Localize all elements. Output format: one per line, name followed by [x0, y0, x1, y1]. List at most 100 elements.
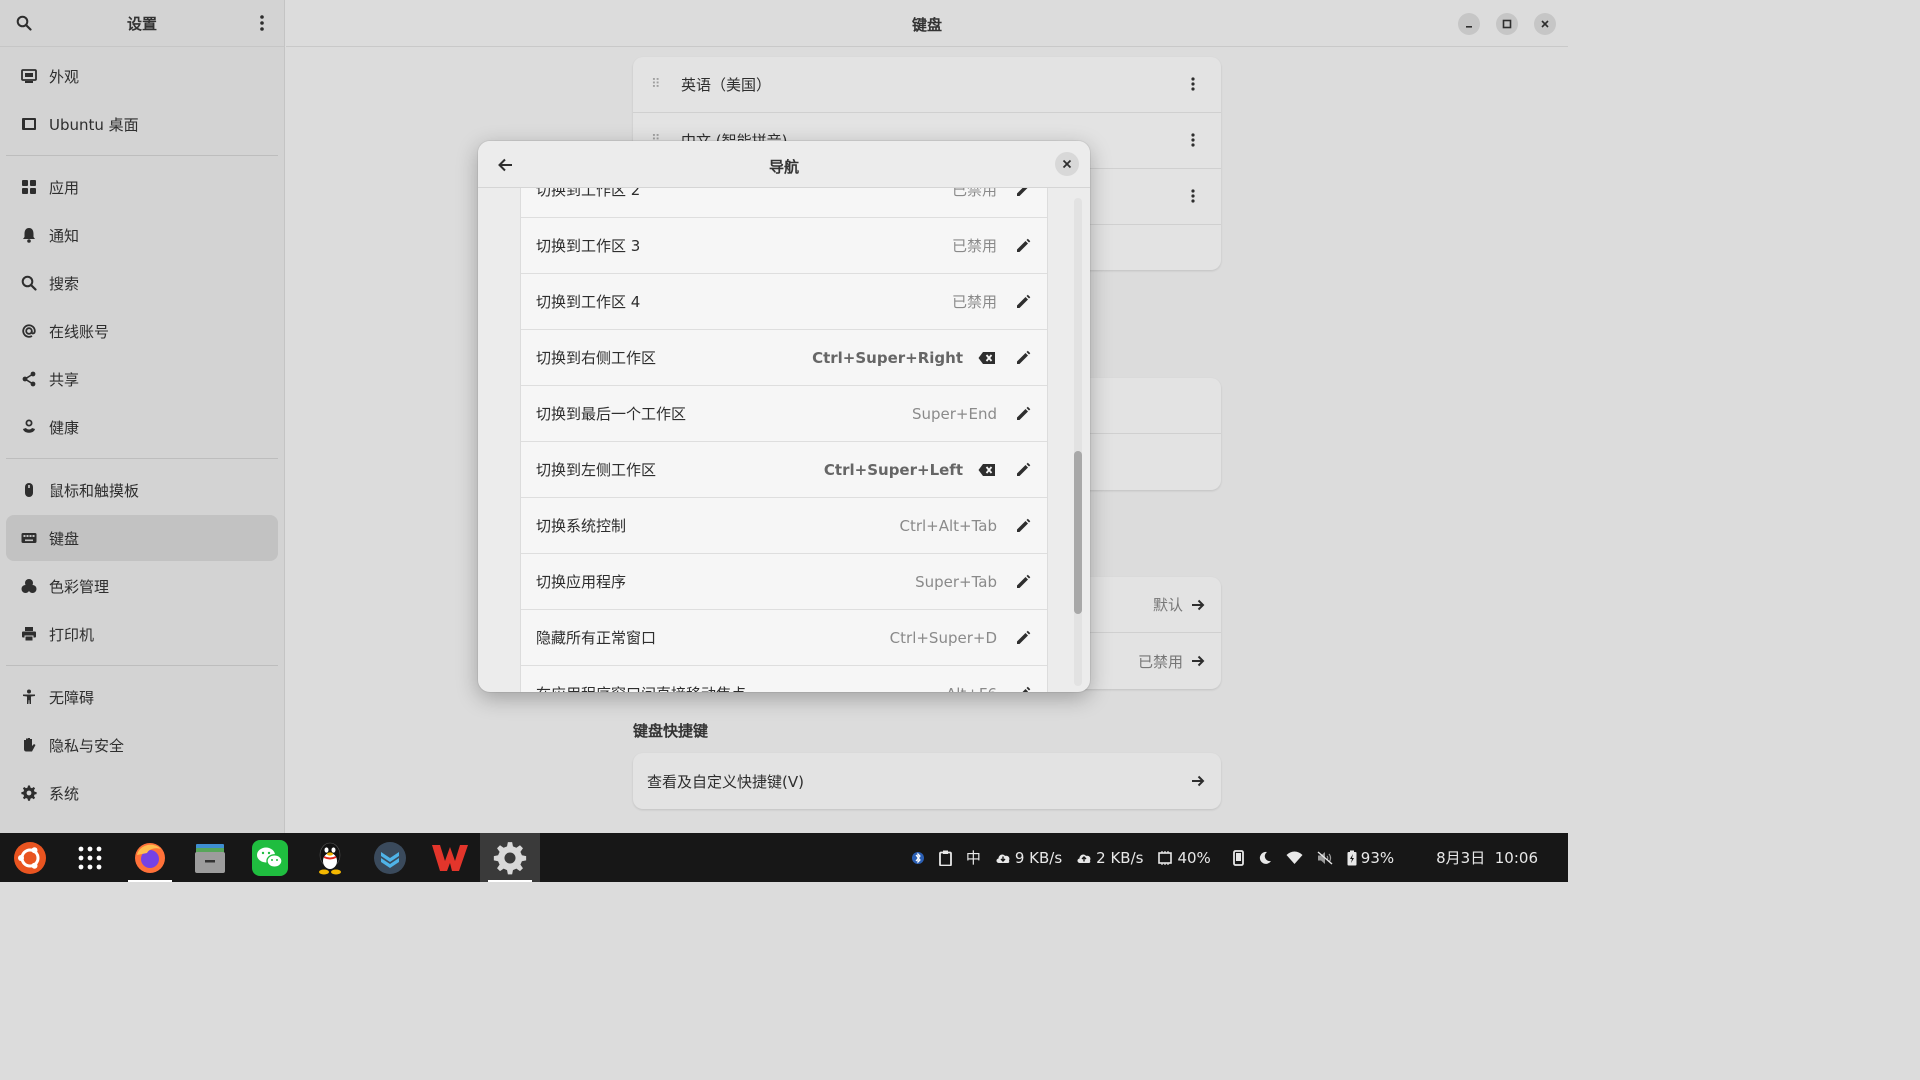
- kebab-menu-icon[interactable]: [1191, 132, 1195, 148]
- ubuntu-menu-button[interactable]: [0, 833, 60, 882]
- tray-clock[interactable]: 8月3日 10:06: [1436, 847, 1538, 868]
- tray-battery[interactable]: 93%: [1347, 849, 1394, 867]
- reset-shortcut-icon[interactable]: [978, 463, 996, 481]
- sidebar-item-mouse-touchpad[interactable]: 鼠标和触摸板: [6, 467, 278, 513]
- edit-pencil-icon[interactable]: [1015, 406, 1031, 426]
- sidebar-item-printers[interactable]: 打印机: [6, 611, 278, 657]
- wps-launcher[interactable]: [420, 833, 480, 882]
- edit-pencil-icon[interactable]: [1015, 350, 1031, 370]
- shortcut-row[interactable]: 切换到右侧工作区 Ctrl+Super+Right: [521, 330, 1047, 386]
- sidebar-item-system[interactable]: 系统: [6, 770, 278, 816]
- sidebar-item-appearance[interactable]: 外观: [6, 53, 278, 99]
- kebab-menu-icon[interactable]: [1191, 76, 1195, 92]
- settings-launcher[interactable]: [480, 833, 540, 882]
- edit-pencil-icon[interactable]: [1015, 574, 1031, 594]
- sidebar-item-privacy[interactable]: 隐私与安全: [6, 722, 278, 768]
- qq-launcher[interactable]: [300, 833, 360, 882]
- shortcut-row[interactable]: 切换到工作区 3 已禁用: [521, 218, 1047, 274]
- dialog-title: 导航: [768, 158, 799, 176]
- sidebar-item-online-accounts[interactable]: 在线账号: [6, 308, 278, 354]
- maximize-button[interactable]: [1496, 13, 1518, 35]
- cpu-icon: [1158, 850, 1173, 865]
- shortcut-accelerator: Ctrl+Alt+Tab: [899, 516, 997, 535]
- dialog-close-button[interactable]: [1055, 152, 1079, 176]
- shortcut-row[interactable]: 在应用程序窗口间直接移动焦点 Alt+F6: [521, 666, 1047, 692]
- edit-pencil-icon[interactable]: [1015, 294, 1031, 314]
- sidebar-item-search[interactable]: 搜索: [6, 260, 278, 306]
- firefox-icon: [135, 842, 165, 873]
- sidebar-item-accessibility[interactable]: 无障碍: [6, 674, 278, 720]
- close-window-button[interactable]: [1534, 13, 1556, 35]
- scrollbar[interactable]: [1074, 198, 1082, 686]
- edit-pencil-icon[interactable]: [1015, 462, 1031, 482]
- sidebar-item-label: 共享: [49, 370, 80, 389]
- sidebar-item-label: 健康: [49, 418, 80, 437]
- tray-net-upload[interactable]: 2 KB/s: [1076, 849, 1143, 867]
- search-button[interactable]: [8, 7, 40, 39]
- sidebar-item-notifications[interactable]: 通知: [6, 212, 278, 258]
- tray-night-light[interactable]: [1258, 851, 1272, 865]
- edit-pencil-icon[interactable]: [1015, 518, 1031, 538]
- color-icon: [20, 577, 38, 595]
- shortcut-row[interactable]: 切换到最后一个工作区 Super+End: [521, 386, 1047, 442]
- sidebar-item-apps[interactable]: 应用: [6, 164, 278, 210]
- kebab-menu-icon[interactable]: [1191, 188, 1195, 204]
- page-title: 键盘: [911, 16, 942, 34]
- sidebar-item-color[interactable]: 色彩管理: [6, 563, 278, 609]
- sidebar-item-sharing[interactable]: 共享: [6, 356, 278, 402]
- settings-sidebar: 设置 外观 Ubuntu 桌面 应用 通知 搜索 在线账号 共享 健康 鼠标和触…: [0, 0, 285, 833]
- sidebar-item-label: 通知: [49, 226, 80, 245]
- files-launcher[interactable]: [180, 833, 240, 882]
- files-icon: [195, 843, 225, 873]
- sidebar-item-keyboard[interactable]: 键盘: [6, 515, 278, 561]
- shortcut-list-viewport[interactable]: 切换到工作区 2 已禁用 切换到工作区 3 已禁用 切换到工作区 4 已禁用 切换到右侧工作…: [478, 188, 1090, 692]
- tray-cpu[interactable]: 40%: [1157, 849, 1211, 867]
- tray-net-download[interactable]: 9 KB/s: [995, 849, 1062, 867]
- sidebar-item-ubuntu-desktop[interactable]: Ubuntu 桌面: [6, 101, 278, 147]
- scrollbar-thumb[interactable]: [1074, 451, 1082, 614]
- sidebar-item-wellbeing[interactable]: 健康: [6, 404, 278, 450]
- navigation-shortcuts-dialog: 导航 切换到工作区 2 已禁用 切换到工作区 3 已禁用 切换到工作区 4 已禁用 切换到右…: [478, 141, 1090, 692]
- shortcut-accelerator: Ctrl+Super+Right: [812, 348, 963, 367]
- view-shortcuts-row[interactable]: 查看及自定义快捷键(V): [633, 753, 1221, 809]
- tray-wifi[interactable]: [1286, 851, 1303, 864]
- wechat-launcher[interactable]: [240, 833, 300, 882]
- shortcut-accelerator: 已禁用: [951, 188, 997, 199]
- edit-pencil-icon[interactable]: [1015, 188, 1031, 202]
- edit-pencil-icon[interactable]: [1015, 686, 1031, 692]
- shortcut-label: 切换到右侧工作区: [536, 349, 657, 367]
- edit-pencil-icon[interactable]: [1015, 630, 1031, 650]
- shortcut-row[interactable]: 隐藏所有正常窗口 Ctrl+Super+D: [521, 610, 1047, 666]
- reset-shortcut-icon[interactable]: [978, 351, 996, 369]
- app-grid-button[interactable]: [60, 833, 120, 882]
- shortcut-row[interactable]: 切换到工作区 4 已禁用: [521, 274, 1047, 330]
- minimize-button[interactable]: [1458, 13, 1480, 35]
- firefox-launcher[interactable]: [120, 833, 180, 882]
- close-icon: [1541, 20, 1549, 28]
- shortcut-row[interactable]: 切换到左侧工作区 Ctrl+Super+Left: [521, 442, 1047, 498]
- edit-pencil-icon[interactable]: [1015, 238, 1031, 258]
- moon-icon: [1259, 851, 1271, 864]
- tray-volume[interactable]: [1317, 850, 1333, 865]
- shortcut-label: 切换到工作区 2: [536, 188, 641, 199]
- sidebar-item-label: 打印机: [49, 625, 95, 644]
- desktop-icon: [20, 115, 38, 133]
- shortcut-row[interactable]: 切换应用程序 Super+Tab: [521, 554, 1047, 610]
- sidebar-item-label: 鼠标和触摸板: [49, 481, 140, 500]
- phone-icon: [1232, 849, 1244, 866]
- drag-handle-icon[interactable]: ⠿: [651, 77, 663, 92]
- accessibility-icon: [20, 688, 38, 706]
- input-source-row[interactable]: ⠿ 英语（美国）: [633, 57, 1221, 113]
- tray-input-method[interactable]: 中: [966, 847, 981, 868]
- tray-bluetooth[interactable]: [911, 851, 925, 865]
- mailspring-launcher[interactable]: [360, 833, 420, 882]
- shortcut-row[interactable]: 切换系统控制 Ctrl+Alt+Tab: [521, 498, 1047, 554]
- shortcut-accelerator: Ctrl+Super+Left: [823, 460, 963, 479]
- tray-phone[interactable]: [1232, 849, 1244, 866]
- at-icon: [20, 322, 38, 340]
- shortcut-row[interactable]: 切换到工作区 2 已禁用: [521, 188, 1047, 218]
- main-menu-button[interactable]: [246, 7, 278, 39]
- tray-clipboard[interactable]: [938, 850, 952, 866]
- row-value: 已禁用: [1137, 652, 1183, 671]
- wps-office-icon: [432, 844, 468, 871]
